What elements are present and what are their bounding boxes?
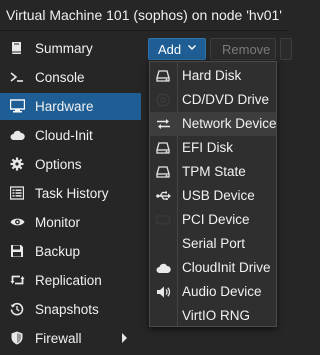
cloud-icon [10,128,25,142]
menu-item-hard-disk[interactable]: Hard Disk [150,64,276,88]
sidebar-item-firewall[interactable]: Firewall [0,325,141,352]
menu-item-label: USB Device [182,188,255,203]
menu-item-label: Hard Disk [182,68,242,83]
menu-item-label: Network Device [182,116,277,131]
menu-item-label: VirtIO RNG [182,308,251,323]
book-icon [10,41,24,55]
add-button-label: Add [158,42,182,57]
sidebar-item-cloud-init[interactable]: Cloud-Init [0,122,141,149]
menu-item-audio-device[interactable]: Audio Device [150,280,276,304]
eye-icon [10,215,25,229]
pci-card-icon [156,213,171,227]
add-dropdown-menu: Hard Disk CD/DVD Drive Network Device EF… [149,61,277,327]
sidebar: Summary Console Hardware Cloud-Init Opti… [0,35,141,355]
title-bar: Virtual Machine 101 (sophos) on node 'hv… [0,0,288,31]
sidebar-item-label: Hardware [35,99,94,114]
menu-item-network-device[interactable]: Network Device [150,112,277,136]
menu-item-label: TPM State [182,164,246,179]
sidebar-item-summary[interactable]: Summary [0,35,141,62]
menu-item-label: CD/DVD Drive [182,92,270,107]
sidebar-item-options[interactable]: Options [0,151,141,178]
usb-icon [156,189,171,203]
remove-button-label: Remove [222,42,271,57]
terminal-icon [10,70,24,84]
sidebar-item-label: Task History [35,186,109,201]
sidebar-item-monitor[interactable]: Monitor [0,209,141,236]
sidebar-item-replication[interactable]: Replication [0,267,141,294]
list-icon [10,186,24,200]
sidebar-item-backup[interactable]: Backup [0,238,141,265]
chevron-down-icon [187,42,197,52]
exchange-icon [156,117,170,131]
sidebar-item-label: Snapshots [35,302,99,317]
menu-item-label: PCI Device [182,212,250,227]
sidebar-item-label: Options [35,157,82,172]
window-title: Virtual Machine 101 (sophos) on node 'hv… [6,7,282,23]
cdrom-icon [156,93,170,107]
menu-item-tpm-state[interactable]: TPM State [150,160,276,184]
volume-icon [156,285,171,299]
desktop-icon [10,99,25,113]
menu-item-virtio-rng[interactable]: VirtIO RNG [150,304,276,328]
menu-item-cloudinit-drive[interactable]: CloudInit Drive [150,256,276,280]
sidebar-item-console[interactable]: Console [0,64,141,91]
menu-item-label: CloudInit Drive [182,260,271,275]
menu-item-label: Serial Port [182,236,246,251]
hdd-icon [156,165,170,179]
history-icon [10,302,24,316]
menu-item-cd-dvd-drive[interactable]: CD/DVD Drive [150,88,276,112]
menu-item-efi-disk[interactable]: EFI Disk [150,136,276,160]
sidebar-item-label: Replication [35,273,102,288]
floppy-icon [10,244,24,258]
retweet-icon [10,273,25,287]
shield-icon [10,331,24,345]
menu-item-label: EFI Disk [182,140,234,155]
toolbar-more-button[interactable] [280,38,292,60]
remove-button[interactable]: Remove [210,38,276,60]
sidebar-item-label: Backup [35,244,81,259]
sidebar-item-label: Console [35,70,85,85]
menu-item-pci-device[interactable]: PCI Device [150,208,276,232]
sidebar-item-task-history[interactable]: Task History [0,180,141,207]
sidebar-item-label: Summary [35,41,93,56]
add-button[interactable]: Add [148,38,206,60]
gear-icon [10,157,24,171]
hdd-icon [156,69,170,83]
menu-item-label: Audio Device [182,284,262,299]
menu-item-usb-device[interactable]: USB Device [150,184,276,208]
sidebar-item-hardware[interactable]: Hardware [0,93,141,120]
chevron-right-icon [122,333,127,343]
sidebar-item-label: Cloud-Init [35,128,93,143]
sidebar-item-label: Monitor [35,215,81,230]
menu-item-serial-port[interactable]: Serial Port [150,232,276,256]
sidebar-item-snapshots[interactable]: Snapshots [0,296,141,323]
hdd-icon [156,141,170,155]
sidebar-item-label: Firewall [35,331,82,346]
cloud-icon [156,261,171,275]
